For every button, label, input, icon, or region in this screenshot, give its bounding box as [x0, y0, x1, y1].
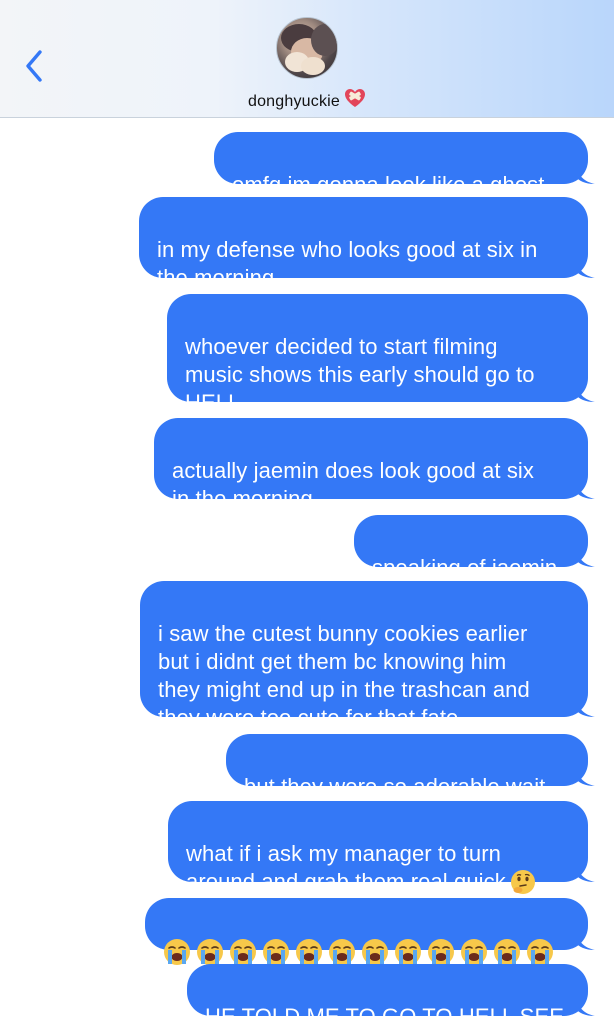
loudly-crying-face-icon: [230, 939, 256, 965]
message-list[interactable]: omfg im gonna look like a ghost in my de…: [0, 118, 614, 1029]
message-text: but they were so adorable wait: [244, 774, 546, 799]
message-text: i saw the cutest bunny cookies earlier b…: [158, 621, 530, 730]
loudly-crying-face-icon: [527, 939, 553, 965]
message-bubble[interactable]: actually jaemin does look good at six in…: [154, 418, 595, 511]
message-text: actually jaemin does look good at six in…: [172, 458, 535, 511]
message-text: whoever decided to start filming music s…: [185, 334, 535, 415]
message-text: speaking of jaemin: [372, 555, 558, 580]
message-text: HE TOLD ME TO GO TO HELL SEE: [205, 1004, 564, 1029]
contact-name: donghyuckie: [247, 93, 341, 110]
avatar[interactable]: [276, 17, 338, 79]
loudly-crying-face-icon: [296, 939, 322, 965]
bubble-tail: [575, 162, 595, 184]
bubble-tail: [575, 545, 595, 567]
contact-name-row[interactable]: donghyuckie: [0, 88, 614, 111]
loudly-crying-face-icon: [263, 939, 289, 965]
mending-heart-icon: [345, 89, 366, 107]
message-bubble[interactable]: i saw the cutest bunny cookies earlier b…: [140, 581, 595, 730]
loudly-crying-face-icon: [362, 939, 388, 965]
message-bubble[interactable]: whoever decided to start filming music s…: [167, 294, 595, 415]
message-bubble[interactable]: HE TOLD ME TO GO TO HELL SEE: [187, 964, 595, 1029]
message-bubble[interactable]: omfg im gonna look like a ghost: [214, 132, 595, 197]
bubble-tail: [575, 764, 595, 786]
message-bubble[interactable]: speaking of jaemin: [354, 515, 595, 580]
loudly-crying-face-icon: [461, 939, 487, 965]
chevron-left-icon: [26, 50, 42, 82]
thinking-face-icon: [510, 870, 535, 894]
bubble-tail: [575, 256, 595, 278]
message-text: omfg im gonna look like a ghost: [232, 172, 545, 197]
bubble-tail: [575, 477, 595, 499]
avatar-photo: [281, 24, 337, 75]
message-text: in my defense who looks good at six in t…: [157, 237, 538, 290]
message-bubble[interactable]: [145, 898, 595, 965]
message-bubble[interactable]: in my defense who looks good at six in t…: [139, 197, 595, 290]
message-bubble[interactable]: what if i ask my manager to turn around …: [168, 801, 595, 894]
bubble-tail: [575, 994, 595, 1016]
conversation-header: donghyuckie: [0, 0, 614, 118]
bubble-tail: [575, 695, 595, 717]
loudly-crying-face-icon: [428, 939, 454, 965]
message-bubble[interactable]: but they were so adorable wait: [226, 734, 595, 799]
bubble-tail: [575, 380, 595, 402]
loudly-crying-face-icon: [164, 939, 190, 965]
bubble-tail: [575, 928, 595, 950]
loudly-crying-face-icon: [395, 939, 421, 965]
message-text: what if i ask my manager to turn around …: [186, 841, 506, 894]
loudly-crying-face-icon: [494, 939, 520, 965]
loudly-crying-face-icon: [329, 939, 355, 965]
back-button[interactable]: [18, 46, 52, 86]
bubble-tail: [575, 860, 595, 882]
loudly-crying-face-icon: [197, 939, 223, 965]
emoji-row: [163, 938, 574, 966]
